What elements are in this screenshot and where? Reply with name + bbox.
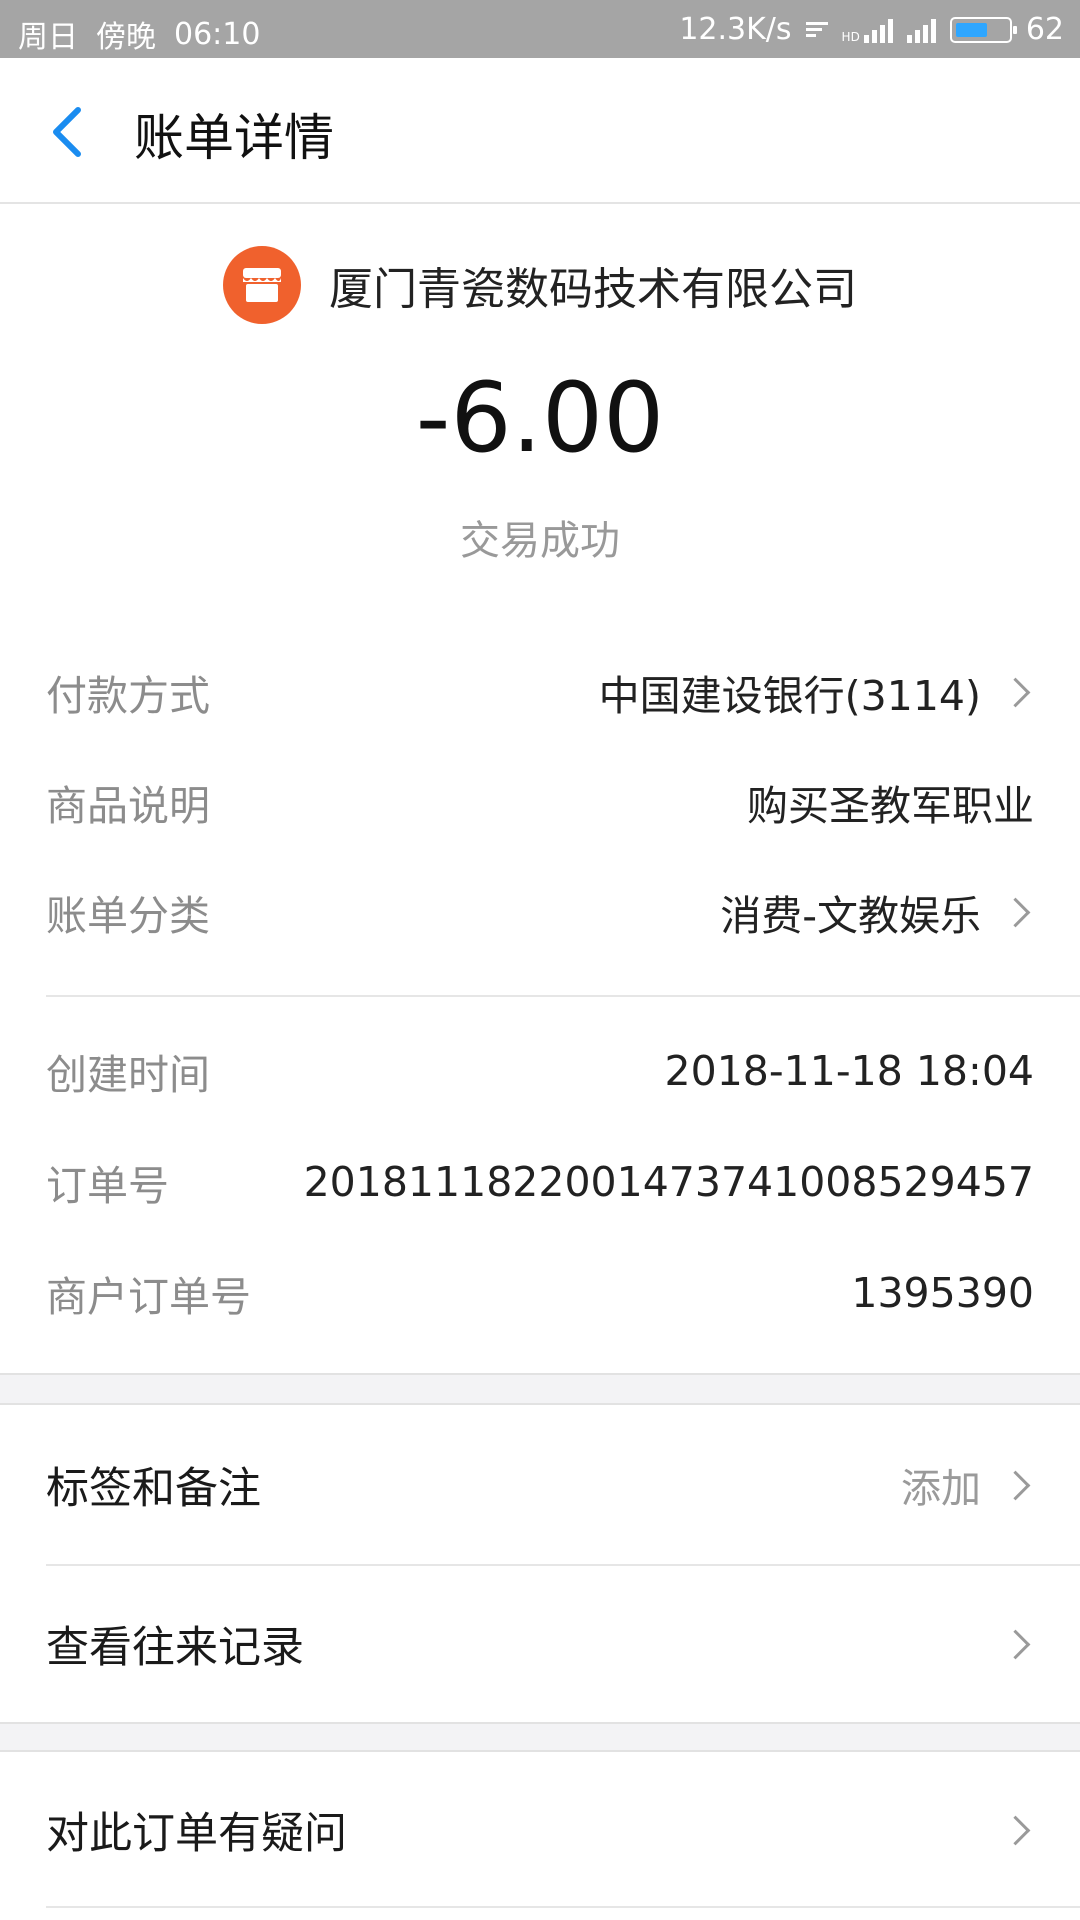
signal-icon	[906, 17, 936, 43]
wifi-icon	[805, 22, 828, 37]
order-question-label: 对此订单有疑问	[46, 1809, 347, 1859]
detail-value: 购买圣教军职业	[747, 782, 1034, 830]
status-bar-left: 周日 傍晚 06:10	[18, 12, 260, 56]
transaction-amount: -6.00	[415, 362, 665, 474]
shop-icon	[223, 246, 301, 324]
chevron-right-icon	[1000, 897, 1031, 927]
detail-label: 订单号	[46, 1162, 169, 1210]
detail-row-payment-method[interactable]: 付款方式 中国建设银行(3114)	[46, 662, 1034, 722]
status-period: 傍晚	[96, 20, 156, 55]
status-time: 06:10	[174, 16, 261, 52]
page-title: 账单详情	[134, 109, 334, 167]
battery-fill	[955, 22, 987, 37]
back-arrow-icon[interactable]	[44, 102, 96, 162]
transaction-status: 交易成功	[460, 518, 620, 564]
view-history-label: 查看往来记录	[46, 1623, 304, 1673]
detail-label: 创建时间	[46, 1051, 210, 1099]
detail-value: 2018-11-18 18:04	[664, 1047, 1034, 1095]
detail-label: 账单分类	[46, 892, 210, 940]
detail-value: 中国建设银行(3114)	[599, 662, 1034, 722]
merchant-info: 厦门青瓷数码技术有限公司	[0, 246, 1080, 324]
chevron-right-icon	[1000, 677, 1031, 707]
tags-and-notes-label: 标签和备注	[46, 1464, 261, 1514]
section-gap	[0, 1373, 1080, 1405]
detail-label: 付款方式	[46, 672, 210, 720]
detail-value: 2018111822001473741008529457	[303, 1158, 1034, 1206]
detail-row-merchant-order-number: 商户订单号 1395390	[46, 1263, 1034, 1323]
detail-value: 消费-文教娱乐	[720, 882, 1034, 942]
detail-label: 商户订单号	[46, 1273, 251, 1321]
battery-icon	[949, 16, 1017, 43]
order-question-hint	[981, 1815, 1034, 1845]
net-speed: 12.3K/s	[679, 12, 792, 47]
status-bar-right: 12.3K/s HD 62	[679, 12, 1064, 47]
view-history-hint	[981, 1629, 1034, 1659]
status-day: 周日	[18, 20, 78, 55]
status-bar: 周日 傍晚 06:10 12.3K/s HD 62	[0, 0, 1080, 58]
payment-method-value: 中国建设银行(3114)	[598, 672, 981, 720]
detail-row-product-description: 商品说明 购买圣教军职业	[46, 772, 1034, 832]
divider	[46, 1906, 1080, 1908]
section-gap	[0, 1722, 1080, 1752]
chevron-right-icon	[1000, 1629, 1031, 1659]
detail-value: 1395390	[851, 1269, 1034, 1317]
battery-percent: 62	[1025, 12, 1064, 47]
detail-row-created-time: 创建时间 2018-11-18 18:04	[46, 1041, 1034, 1101]
add-text: 添加	[901, 1466, 981, 1512]
hd-label: HD	[841, 29, 860, 44]
view-history-row[interactable]: 查看往来记录	[46, 1604, 1034, 1684]
divider	[46, 1564, 1080, 1566]
hd-signal-icon: HD	[842, 17, 893, 43]
order-question-row[interactable]: 对此订单有疑问	[46, 1790, 1034, 1870]
merchant-name: 厦门青瓷数码技术有限公司	[329, 264, 857, 315]
divider	[46, 995, 1080, 997]
app-header: 账单详情	[0, 58, 1080, 204]
chevron-right-icon	[1000, 1815, 1031, 1845]
tags-add-hint: 添加	[901, 1456, 1034, 1514]
bill-category-value: 消费-文教娱乐	[720, 892, 981, 940]
chevron-right-icon	[1000, 1470, 1031, 1500]
detail-row-order-number: 订单号 2018111822001473741008529457	[46, 1152, 1034, 1212]
detail-row-bill-category[interactable]: 账单分类 消费-文教娱乐	[46, 882, 1034, 942]
tags-and-notes-row[interactable]: 标签和备注 添加	[46, 1445, 1034, 1525]
detail-label: 商品说明	[46, 782, 210, 830]
